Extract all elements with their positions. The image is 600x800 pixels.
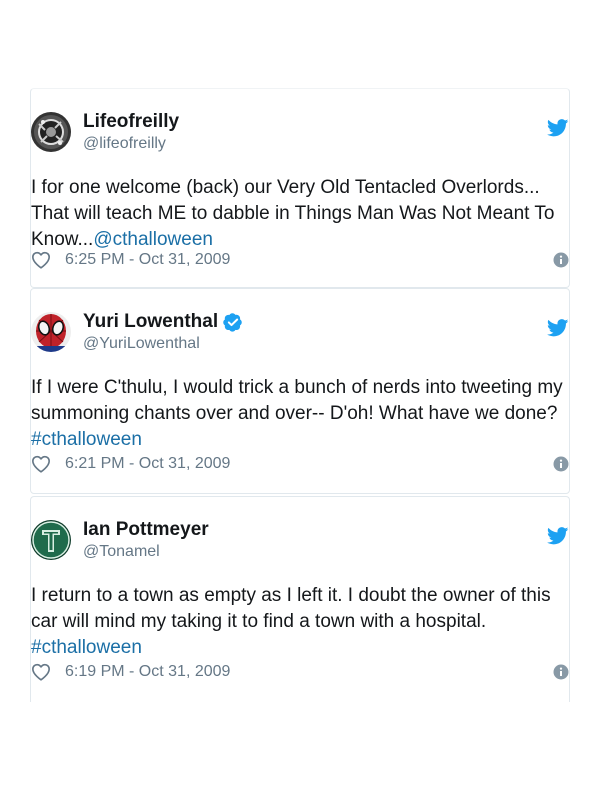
timestamp[interactable]: 6:25 PM - Oct 31, 2009	[65, 251, 230, 269]
tweet-text-tail: Know...	[31, 229, 94, 250]
heart-icon[interactable]	[31, 251, 51, 269]
tweet-text-line: I for one welcome (back) our Very Old Te…	[31, 177, 540, 198]
author-name-row[interactable]: Yuri Lowenthal	[83, 311, 243, 333]
info-icon[interactable]	[553, 456, 569, 477]
hashtag-link[interactable]: #cthalloween	[31, 429, 142, 450]
author-name[interactable]: Ian Pottmeyer	[83, 519, 209, 541]
tweet-meta: 6:25 PM - Oct 31, 2009	[31, 251, 230, 269]
tweet-text-line: That will teach ME to dabble in Things M…	[31, 203, 555, 224]
avatar[interactable]	[31, 520, 71, 560]
tweet-card[interactable]: Ian Pottmeyer @Tonamel I return to a tow…	[30, 496, 570, 702]
info-icon[interactable]	[553, 664, 569, 685]
avatar[interactable]	[31, 112, 71, 152]
author-handle[interactable]: @lifeofreilly	[83, 134, 166, 154]
tweet-meta: 6:21 PM - Oct 31, 2009	[31, 455, 230, 473]
hashtag-link[interactable]: #cthalloween	[31, 637, 142, 658]
tweet-text-line: I return to a town as empty as I left it…	[31, 585, 551, 606]
tweet-text-line: Know...@cthalloween	[31, 227, 571, 253]
author-name-row[interactable]: Ian Pottmeyer	[83, 519, 209, 541]
author-handle[interactable]: @Tonamel	[83, 542, 160, 562]
twitter-bird-icon[interactable]	[546, 527, 569, 550]
tweet-card[interactable]: Lifeofreilly @lifeofreilly I for one wel…	[30, 88, 570, 288]
mention-link[interactable]: @cthalloween	[93, 229, 213, 250]
author-handle[interactable]: @YuriLowenthal	[83, 334, 200, 354]
tweet-text: If I were C'thulu, I would trick a bunch…	[31, 375, 571, 453]
twitter-bird-icon[interactable]	[546, 119, 569, 142]
tweet-card[interactable]: Yuri Lowenthal @YuriLowenthal If I were …	[30, 288, 570, 494]
tweet-text-line: #cthalloween	[31, 635, 571, 661]
tweet-text-line: If I were C'thulu, I would trick a bunch…	[31, 377, 563, 398]
twitter-bird-icon[interactable]	[546, 319, 569, 342]
timestamp[interactable]: 6:21 PM - Oct 31, 2009	[65, 455, 230, 473]
author-name[interactable]: Lifeofreilly	[83, 111, 179, 133]
timestamp[interactable]: 6:19 PM - Oct 31, 2009	[65, 663, 230, 681]
avatar[interactable]	[31, 312, 71, 352]
info-icon[interactable]	[553, 252, 569, 273]
tweet-meta: 6:19 PM - Oct 31, 2009	[31, 663, 230, 681]
tweet-text-line: summoning chants over and over-- D'oh! W…	[31, 403, 558, 424]
author-name-row[interactable]: Lifeofreilly	[83, 111, 179, 133]
verified-badge-icon	[223, 312, 243, 332]
tweet-text-line: #cthalloween	[31, 427, 571, 453]
heart-icon[interactable]	[31, 455, 51, 473]
heart-icon[interactable]	[31, 663, 51, 681]
tweet-text: I for one welcome (back) our Very Old Te…	[31, 175, 571, 253]
tweet-text-line: car will mind my taking it to find a tow…	[31, 611, 487, 632]
tweet-text: I return to a town as empty as I left it…	[31, 583, 571, 661]
author-name[interactable]: Yuri Lowenthal	[83, 311, 218, 333]
